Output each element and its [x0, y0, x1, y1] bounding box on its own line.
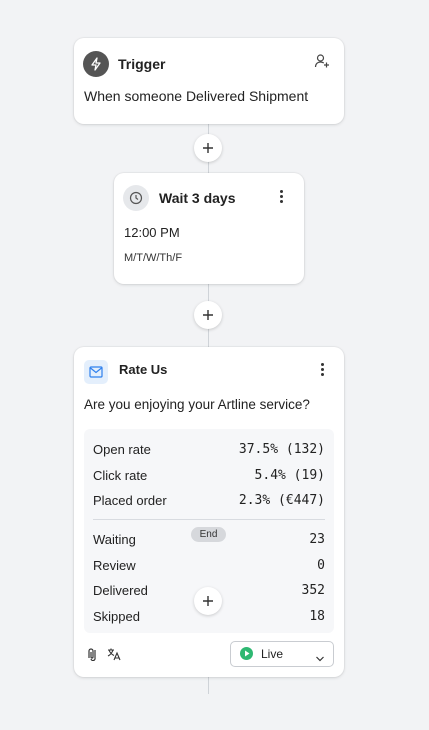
stat-label: Placed order: [93, 492, 167, 508]
plus-icon: [203, 596, 213, 606]
translate-icon[interactable]: [107, 647, 121, 661]
add-step-button[interactable]: [194, 134, 222, 162]
clock-icon: [123, 185, 149, 211]
stat-value: 2.3% (€447): [238, 492, 325, 508]
status-label: Live: [261, 647, 284, 661]
branch-value: 0: [317, 557, 325, 573]
trigger-description: When someone Delivered Shipment: [84, 88, 309, 104]
email-card[interactable]: Rate Us Are you enjoying your Artline se…: [74, 347, 344, 677]
wait-days: M/T/W/Th/F: [124, 252, 183, 264]
connector-line: [208, 676, 209, 694]
stat-value: 37.5% (132): [238, 441, 325, 457]
branch-row: Review 0: [93, 555, 325, 575]
branch-row: Waiting 23: [93, 529, 325, 549]
stat-label: Click rate: [93, 467, 148, 483]
stat-row: Open rate 37.5% (132): [93, 439, 325, 459]
wait-card[interactable]: Wait 3 days 12:00 PM M/T/W/Th/F: [114, 173, 304, 284]
play-icon: [240, 647, 253, 660]
trigger-card[interactable]: Trigger When someone Delivered Shipment: [74, 38, 344, 124]
stat-value: 5.4% (19): [254, 467, 325, 483]
email-subject: Are you enjoying your Artline service?: [84, 397, 310, 412]
wait-time: 12:00 PM: [124, 225, 180, 240]
email-title: Rate Us: [119, 362, 168, 377]
chevron-down-icon: [315, 650, 325, 662]
email-menu-button[interactable]: [314, 359, 330, 379]
branch-label: Delivered: [93, 582, 148, 598]
add-step-button[interactable]: [194, 301, 222, 329]
wait-title: Wait 3 days: [159, 190, 236, 206]
wait-menu-button[interactable]: [273, 186, 289, 206]
stat-label: Open rate: [93, 441, 151, 457]
plus-icon: [203, 310, 213, 320]
branch-label: Skipped: [93, 608, 140, 624]
stat-row: Placed order 2.3% (€447): [93, 490, 325, 510]
status-dropdown[interactable]: Live: [230, 641, 334, 667]
add-branch-button[interactable]: [194, 587, 222, 615]
add-person-icon[interactable]: [314, 53, 330, 69]
trigger-title: Trigger: [118, 56, 166, 72]
bolt-icon: [83, 51, 109, 77]
stat-row: Click rate 5.4% (19): [93, 465, 325, 485]
branch-label: Waiting: [93, 531, 136, 547]
branch-value: 23: [309, 531, 325, 547]
mail-icon: [84, 360, 108, 384]
paperclip-icon[interactable]: [85, 647, 99, 662]
branch-label: Review: [93, 557, 136, 573]
branch-value: 352: [301, 582, 325, 598]
plus-icon: [203, 143, 213, 153]
stats-divider: [93, 519, 325, 520]
branch-value: 18: [309, 608, 325, 624]
